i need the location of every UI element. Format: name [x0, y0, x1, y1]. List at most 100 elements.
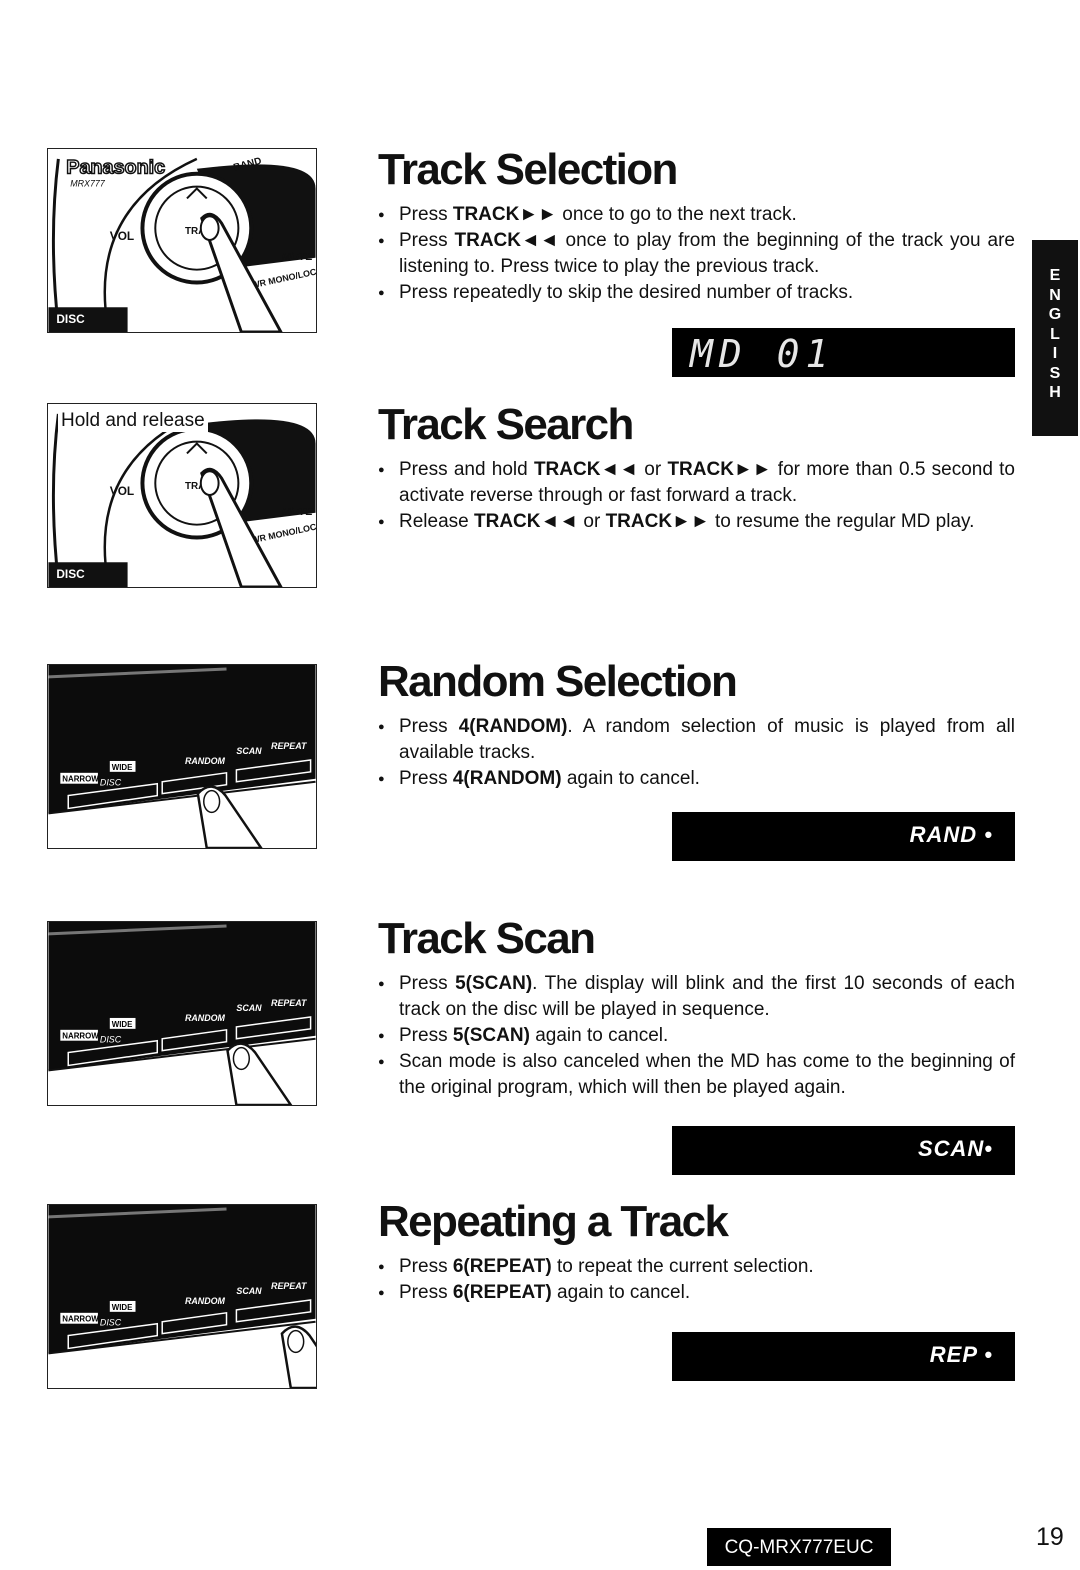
control-label: NARROW [62, 1032, 99, 1041]
instruction-text: Scan mode is also canceled when the MD h… [399, 1051, 1015, 1098]
display-text: RAND • [909, 822, 993, 847]
language-side-tab: ENGLISH [1032, 240, 1078, 436]
instruction-text: Press [399, 1282, 453, 1303]
button-name: TRACK◄◄ [474, 511, 579, 532]
instruction-text: again to cancel. [561, 768, 700, 789]
head-unit-dial-drawing: VOLTRACKBANDMUTEPWR MONO/LOCDISCPanasoni… [48, 149, 316, 332]
illustration: VOLTRACKBANDMUTEPWR MONO/LOCDISCPanasoni… [47, 148, 317, 333]
head-unit-buttons-drawing: NARROW DISC WIDE RANDOM SCAN REPEAT [48, 1205, 316, 1388]
control-label: SCAN [236, 1003, 262, 1013]
illustration-caption: Hold and release [58, 410, 208, 432]
illustration: NARROW DISC WIDE RANDOM SCAN REPEAT [47, 664, 317, 849]
model-number-badge: CQ-MRX777EUC [707, 1528, 891, 1566]
model-mark: MRX777 [70, 179, 106, 189]
button-name: 6(REPEAT) [452, 1256, 552, 1277]
list-item: Press 4(RANDOM) again to cancel. [378, 766, 1015, 792]
section-title: Track Selection [378, 145, 678, 194]
illustration: VOLTRACKMUTEPWR MONO/LOCDISCHold and rel… [47, 403, 317, 588]
instruction-text: Press [399, 1256, 453, 1277]
instruction-text: or [578, 511, 606, 532]
instruction-text: again to cancel. [551, 1282, 691, 1303]
list-item: Press 6(REPEAT) to repeat the current se… [378, 1254, 1015, 1280]
instruction-list: Press 5(SCAN). The display will blink an… [378, 971, 1015, 1101]
control-label: WIDE [112, 1020, 133, 1029]
instruction-text: to resume the regular MD play. [709, 511, 975, 532]
control-label: NARROW [62, 775, 99, 784]
control-label: WIDE [112, 1303, 133, 1312]
list-item: Press 5(SCAN). The display will blink an… [378, 971, 1015, 1023]
button-name: 4(RANDOM) [452, 768, 562, 789]
instruction-text: Press [399, 204, 453, 225]
instruction-text: Press [399, 716, 459, 737]
button-name: 5(SCAN) [455, 973, 533, 994]
instruction-text: to repeat the current selection. [551, 1256, 814, 1277]
button-name: TRACK►► [667, 459, 772, 480]
button-name: TRACK◄◄ [454, 230, 559, 251]
side-tab-letter: I [1052, 345, 1058, 362]
head-unit-buttons-drawing: NARROW DISC WIDE RANDOM SCAN REPEAT [48, 922, 316, 1105]
section-title: Track Scan [378, 914, 596, 963]
control-label: DISC [56, 312, 85, 326]
list-item: Press repeatedly to skip the desired num… [378, 280, 1015, 306]
instruction-text: again to cancel. [529, 1025, 669, 1046]
control-label: WIDE [112, 763, 133, 772]
lcd-display: SCAN• [672, 1126, 1015, 1175]
button-name: 6(REPEAT) [452, 1282, 552, 1303]
side-tab-letter: G [1048, 306, 1062, 323]
list-item: Press TRACK◄◄ once to play from the begi… [378, 228, 1015, 280]
instruction-text: or [638, 459, 668, 480]
instruction-list: Press 4(RANDOM). A random selection of m… [378, 714, 1015, 792]
list-item: Press 4(RANDOM). A random selection of m… [378, 714, 1015, 766]
section-title: Track Search [378, 400, 634, 449]
display-text: SCAN• [917, 1136, 993, 1161]
control-label: REPEAT [271, 998, 308, 1008]
control-label: SCAN [236, 1286, 262, 1296]
section-title: Repeating a Track [378, 1197, 729, 1246]
button-name: TRACK►► [452, 204, 557, 225]
button-name: TRACK◄◄ [533, 459, 639, 480]
control-label: SCAN [236, 746, 262, 756]
side-tab-letter: E [1049, 267, 1061, 284]
lcd-display: RAND • [672, 812, 1015, 861]
instruction-list: Press 6(REPEAT) to repeat the current se… [378, 1254, 1015, 1306]
button-name: TRACK►► [605, 511, 710, 532]
instruction-text: Press [399, 230, 455, 251]
control-label: DISC [100, 1035, 122, 1045]
control-label: MUTE [282, 506, 314, 518]
control-label: DISC [56, 567, 85, 581]
section-title: Random Selection [378, 657, 738, 706]
control-label: NARROW [62, 1315, 99, 1324]
display-text: REP • [929, 1342, 993, 1367]
instruction-list: Press and hold TRACK◄◄ or TRACK►► for mo… [378, 457, 1015, 535]
control-label: DISC [100, 1318, 122, 1328]
control-label: RANDOM [185, 1013, 226, 1023]
lcd-display: REP • [672, 1332, 1015, 1381]
instruction-text: Press [399, 1025, 453, 1046]
side-tab-letter: L [1050, 325, 1060, 343]
instruction-text: Press repeatedly to skip the desired num… [399, 282, 854, 303]
list-item: Press 5(SCAN) again to cancel. [378, 1023, 1015, 1049]
lcd-display: MD 01 [672, 328, 1015, 377]
instruction-text: Press and hold [399, 459, 534, 480]
control-label: RANDOM [185, 1296, 226, 1306]
list-item: Press TRACK►► once to go to the next tra… [378, 202, 1015, 228]
list-item: Release TRACK◄◄ or TRACK►► to resume the… [378, 509, 1015, 535]
control-label: VOL [110, 229, 134, 243]
control-label: RANDOM [185, 756, 226, 766]
list-item: Scan mode is also canceled when the MD h… [378, 1049, 1015, 1101]
list-item: Press 6(REPEAT) again to cancel. [378, 1280, 1015, 1306]
side-tab-letter: S [1049, 364, 1061, 382]
head-unit-buttons-drawing: NARROW DISC WIDE RANDOM SCAN REPEAT [48, 665, 316, 848]
illustration: NARROW DISC WIDE RANDOM SCAN REPEAT [47, 921, 317, 1106]
control-label: REPEAT [271, 741, 308, 751]
instruction-text: Press [399, 768, 453, 789]
page-number: 19 [1036, 1523, 1064, 1551]
button-name: 5(SCAN) [452, 1025, 530, 1046]
control-label: VOL [110, 484, 134, 498]
side-tab-letter: N [1049, 286, 1061, 304]
control-label: MUTE [282, 251, 314, 263]
display-text: MD 01 [690, 332, 835, 376]
control-label: REPEAT [271, 1281, 308, 1291]
instruction-text: Release [399, 511, 474, 532]
instruction-text: Press [399, 973, 456, 994]
